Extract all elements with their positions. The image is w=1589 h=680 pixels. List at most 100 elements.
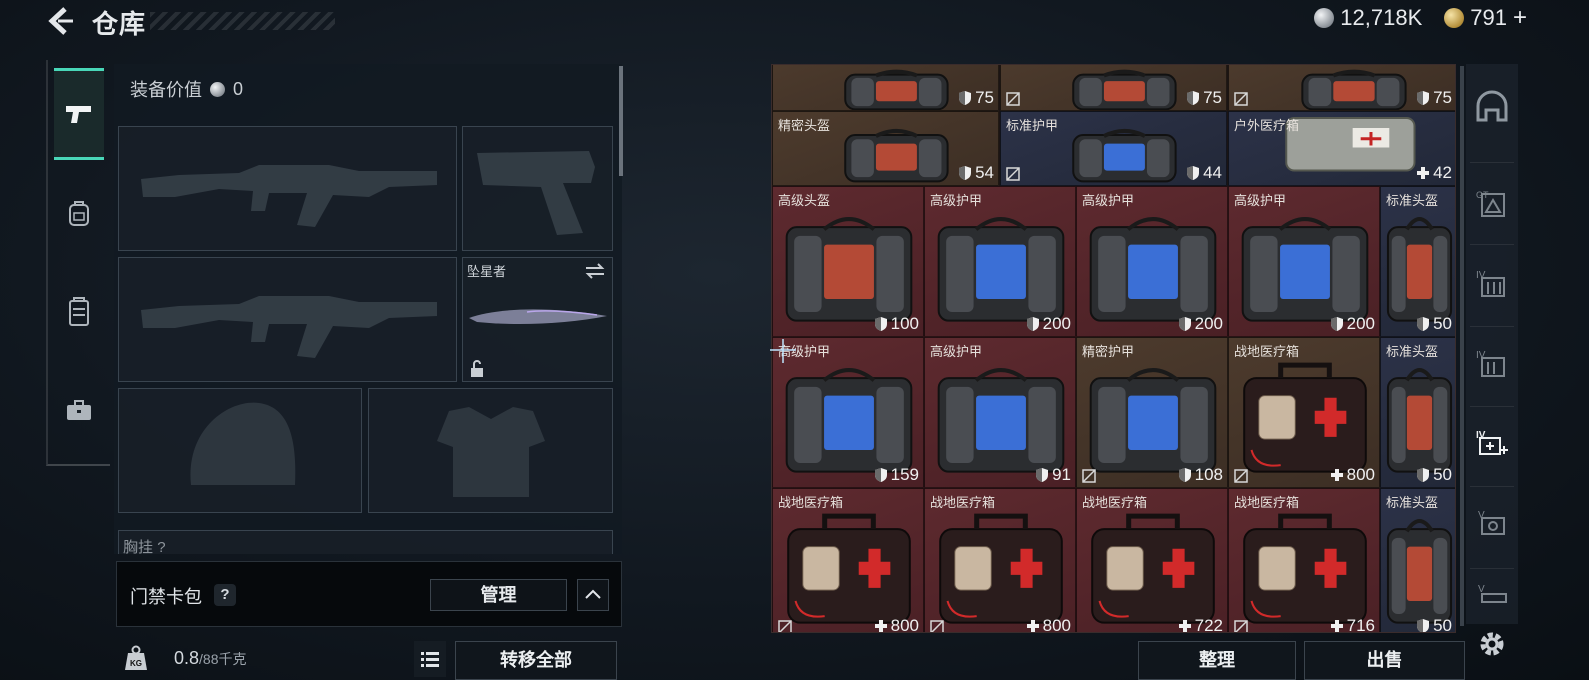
- collapse-button[interactable]: [577, 579, 609, 611]
- equipment-value: 装备价值 0: [130, 76, 243, 102]
- durability-shield-icon: [1187, 166, 1200, 180]
- item-name: 战地医疗箱: [1234, 344, 1300, 359]
- v-category-icon[interactable]: V: [1474, 506, 1510, 540]
- inventory-item[interactable]: 75: [1228, 65, 1455, 111]
- v-category-icon-2[interactable]: V: [1474, 580, 1510, 614]
- svg-text:IV: IV: [1476, 270, 1486, 281]
- gear-icon: [1480, 632, 1504, 656]
- item-durability: 91: [1035, 465, 1071, 485]
- inventory-item[interactable]: 战地医疗箱 716: [1228, 488, 1380, 632]
- inventory-item[interactable]: 标准头盔 50: [1380, 488, 1455, 632]
- broken-armor-icon: [1234, 469, 1248, 483]
- item-durability: 75: [1186, 88, 1222, 108]
- svg-text:KG: KG: [130, 659, 142, 668]
- durability-shield-icon: [1187, 91, 1200, 105]
- item-durability: 800: [874, 616, 919, 632]
- briefcase-icon: [67, 400, 91, 420]
- currency-bar: 12,718K 791 +: [1314, 4, 1527, 32]
- sidearm-slot[interactable]: [462, 126, 613, 251]
- ammo-iv-category-icon-2[interactable]: IV: [1474, 346, 1510, 380]
- melee-slot[interactable]: 坠星者: [462, 257, 613, 382]
- tab-vest[interactable]: [54, 266, 104, 358]
- item-durability: 200: [1026, 314, 1071, 334]
- inventory-item[interactable]: 户外医疗箱 42: [1228, 111, 1455, 186]
- inventory-item[interactable]: 战地医疗箱 800: [1228, 337, 1380, 488]
- knife-icon: [469, 309, 607, 324]
- tab-case[interactable]: [54, 364, 104, 456]
- inventory-item[interactable]: 高级头盔 100: [772, 186, 924, 337]
- helmet-slot[interactable]: [118, 388, 362, 513]
- heal-plus-icon: [1178, 620, 1191, 632]
- list-view-button[interactable]: [414, 641, 446, 677]
- sell-button[interactable]: 出售: [1304, 641, 1465, 680]
- inventory-item[interactable]: 75: [772, 65, 999, 111]
- inventory-item[interactable]: 高级护甲 200: [924, 186, 1076, 337]
- helmet-category-icon[interactable]: [1474, 90, 1510, 124]
- inventory-item[interactable]: 标准头盔 50: [1380, 337, 1455, 488]
- rifle-silhouette-icon-2: [141, 296, 437, 358]
- pistol-silhouette-icon: [477, 151, 595, 235]
- inventory-item[interactable]: 精密头盔 54: [772, 111, 999, 186]
- inventory-item[interactable]: 高级护甲 200: [1076, 186, 1228, 337]
- broken-armor-icon: [778, 620, 792, 632]
- broken-armor-icon: [1006, 167, 1020, 181]
- inventory-item[interactable]: 标准护甲 44: [1000, 111, 1227, 186]
- durability-shield-icon: [1178, 317, 1191, 331]
- primary-weapon-slot[interactable]: [118, 126, 457, 251]
- inventory-item[interactable]: 战地医疗箱 800: [924, 488, 1076, 632]
- item-durability: 54: [958, 163, 994, 183]
- item-name: 高级护甲: [1234, 193, 1287, 208]
- settings-button[interactable]: [1474, 626, 1510, 662]
- token-amount: 791: [1470, 5, 1507, 30]
- item-name: 高级护甲: [1082, 193, 1135, 208]
- weight-current: 0.8: [174, 648, 200, 668]
- sort-button[interactable]: 整理: [1138, 641, 1296, 680]
- armor-category-icon[interactable]: GT: [1474, 186, 1510, 220]
- ammo-iv-category-icon[interactable]: IV: [1474, 266, 1510, 300]
- weight-unit: 千克: [218, 651, 247, 667]
- durability-shield-icon: [1330, 317, 1343, 331]
- inventory-item[interactable]: 标准头盔 50: [1380, 186, 1455, 337]
- inventory-item[interactable]: 战地医疗箱 800: [772, 488, 924, 632]
- heal-plus-icon: [874, 620, 887, 632]
- equipment-value-label: 装备价值: [130, 80, 202, 100]
- back-button[interactable]: [46, 6, 76, 36]
- armor-bag-icon: [1072, 128, 1177, 183]
- medical-iv-category-icon[interactable]: IV: [1474, 426, 1510, 460]
- item-durability: 44: [1186, 163, 1222, 183]
- chest-rig-slot[interactable]: 胸挂 ?: [118, 530, 613, 556]
- transfer-all-button[interactable]: 转移全部: [455, 641, 617, 680]
- loadout-scrollbar[interactable]: [619, 66, 623, 176]
- tab-weapons[interactable]: [54, 68, 104, 160]
- tab-backpack[interactable]: [54, 168, 104, 260]
- help-button[interactable]: ?: [214, 584, 236, 606]
- item-durability: 50: [1416, 465, 1452, 485]
- inventory-grid: 75 75 75 精密头盔 54 标准护甲 44 户外医疗箱 42 高级头盔 100 高级护甲 200 高…: [771, 64, 1456, 633]
- inventory-item[interactable]: 战地医疗箱 722: [1076, 488, 1228, 632]
- add-currency-button[interactable]: +: [1513, 4, 1527, 32]
- cursor-crosshair: [770, 339, 798, 365]
- title-decoration: [150, 12, 335, 30]
- inventory-scrollbar[interactable]: [1460, 66, 1464, 626]
- inventory-item[interactable]: 高级护甲 200: [1228, 186, 1380, 337]
- inventory-item[interactable]: 75: [1000, 65, 1227, 111]
- coin-amount: 12,718K: [1340, 5, 1423, 30]
- inventory-item[interactable]: 精密护甲 108: [1076, 337, 1228, 488]
- rail-divider: [1470, 568, 1514, 569]
- durability-shield-icon: [1036, 468, 1049, 482]
- weight-max: /88: [199, 651, 219, 667]
- broken-armor-icon: [1006, 92, 1020, 106]
- rail-divider: [1470, 406, 1514, 407]
- armor-silhouette-icon: [437, 407, 545, 497]
- armor-slot[interactable]: [368, 388, 613, 513]
- swap-icon[interactable]: [584, 262, 606, 280]
- item-durability: 716: [1330, 616, 1375, 632]
- manage-button[interactable]: 管理: [430, 579, 567, 611]
- coin-icon: [1314, 8, 1335, 28]
- item-name: 战地医疗箱: [1082, 495, 1148, 510]
- unlock-icon: [471, 360, 483, 377]
- item-durability: 200: [1330, 314, 1375, 334]
- inventory-item[interactable]: 高级护甲 91: [924, 337, 1076, 488]
- broken-armor-icon: [1234, 92, 1248, 106]
- secondary-weapon-slot[interactable]: [118, 257, 457, 382]
